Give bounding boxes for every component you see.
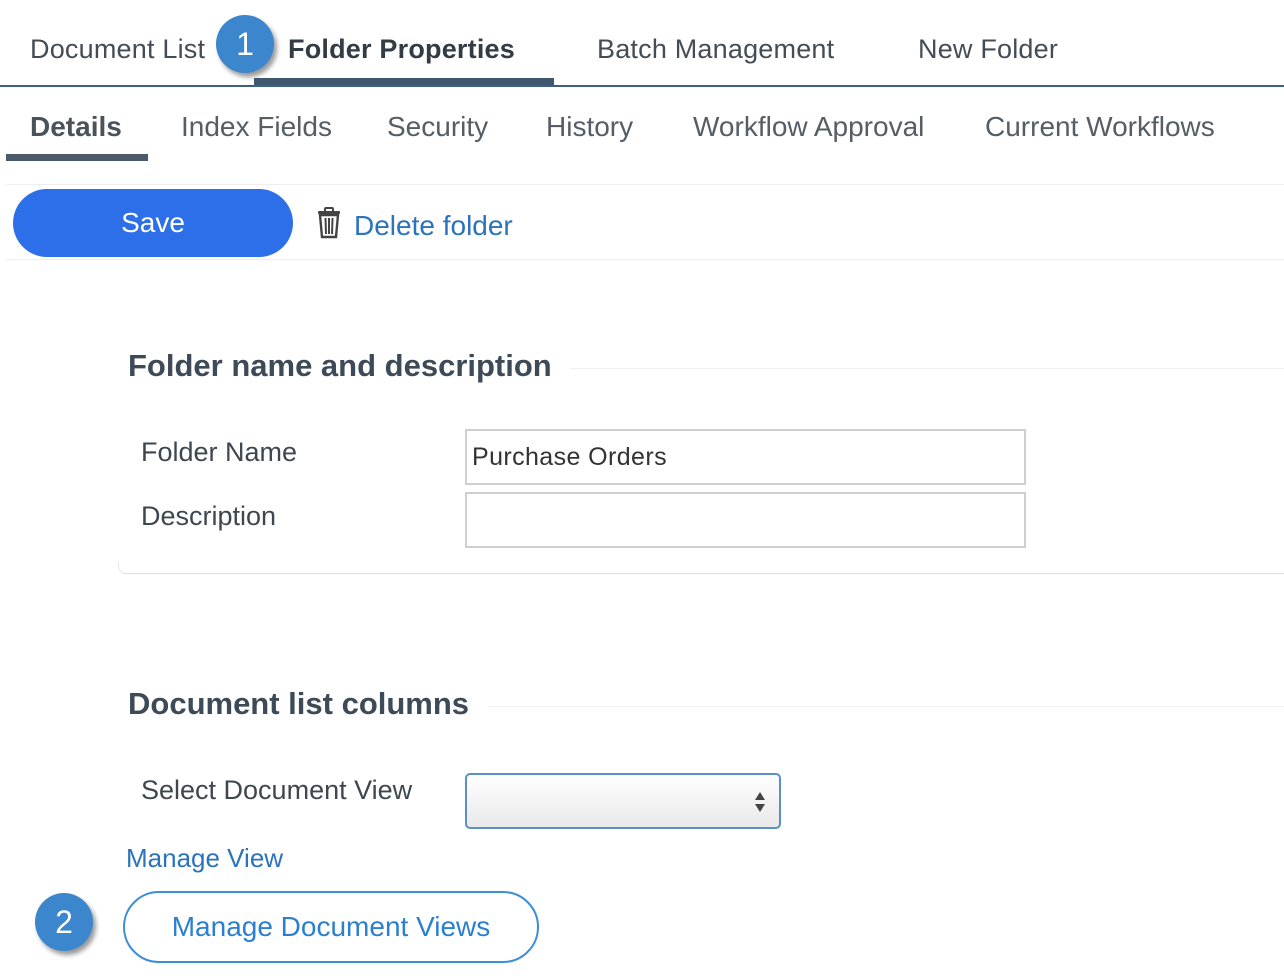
section-divider — [488, 706, 1284, 707]
folder-name-input[interactable] — [465, 429, 1026, 485]
delete-folder-link[interactable]: Delete folder — [316, 207, 513, 244]
tab-history[interactable]: History — [546, 111, 633, 143]
description-input[interactable] — [465, 492, 1026, 548]
tab-workflow-approval[interactable]: Workflow Approval — [693, 111, 924, 143]
trash-icon — [316, 207, 342, 244]
section-title-folder: Folder name and description — [128, 348, 552, 383]
section-title-columns: Document list columns — [128, 686, 470, 721]
active-tab-indicator — [254, 78, 554, 85]
save-button[interactable]: Save — [13, 189, 293, 257]
tab-details[interactable]: Details — [30, 111, 122, 143]
action-toolbar: Save Delete folder — [6, 184, 1284, 260]
manage-view-link[interactable]: Manage View — [126, 843, 283, 874]
delete-folder-label: Delete folder — [354, 209, 513, 241]
manage-document-views-button[interactable]: Manage Document Views — [123, 891, 539, 963]
callout-badge-2: 2 — [35, 893, 93, 951]
callout-badge-1: 1 — [216, 15, 274, 73]
tab-document-list[interactable]: Document List — [30, 34, 205, 65]
section-frame — [118, 562, 1284, 574]
select-arrows-icon — [753, 788, 767, 816]
tab-new-folder[interactable]: New Folder — [918, 34, 1058, 65]
tab-current-workflows[interactable]: Current Workflows — [985, 111, 1215, 143]
section-divider — [570, 368, 1284, 369]
tab-folder-properties[interactable]: Folder Properties — [288, 34, 515, 65]
tab-index-fields[interactable]: Index Fields — [181, 111, 332, 143]
tab-batch-management[interactable]: Batch Management — [597, 34, 834, 65]
tab-security[interactable]: Security — [387, 111, 488, 143]
description-label: Description — [141, 501, 277, 531]
folder-name-label: Folder Name — [141, 437, 298, 467]
top-tab-bar: Document List Folder Properties Batch Ma… — [0, 0, 1284, 87]
document-view-label: Select Document View — [141, 775, 413, 805]
sub-tab-bar: Details Index Fields Security History Wo… — [0, 90, 1284, 170]
active-subtab-indicator — [6, 154, 148, 161]
document-view-select[interactable] — [465, 773, 781, 829]
